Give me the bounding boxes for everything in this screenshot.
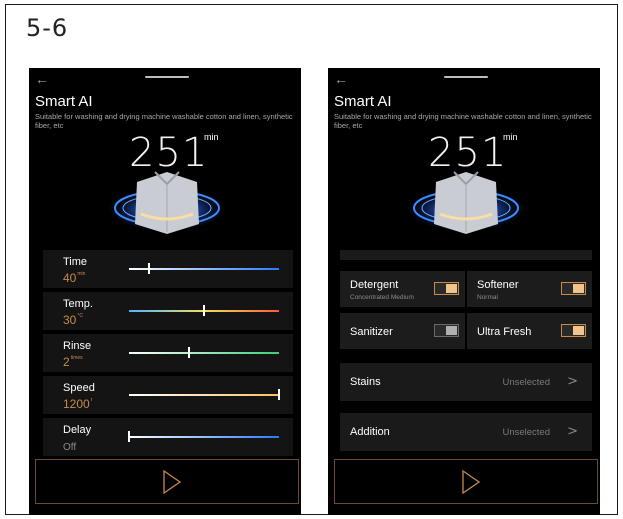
drag-handle[interactable]	[145, 76, 189, 78]
slider-thumb[interactable]	[203, 305, 205, 316]
slider-row-time[interactable]: Time 40min	[43, 250, 293, 288]
toggle-knob	[573, 326, 584, 335]
slider-value: Off	[63, 442, 77, 453]
option-label: Sanitizer	[350, 326, 393, 338]
option-label: Detergent	[350, 279, 399, 291]
temp-slider-track[interactable]	[129, 305, 279, 316]
clothes-hero-image	[109, 171, 225, 234]
back-arrow-icon[interactable]: ←	[334, 72, 348, 86]
phone-screen-options: ← Smart AI Suitable for washing and dryi…	[328, 68, 600, 515]
slider-value: 30°C	[63, 313, 83, 327]
slider-label: Speed	[63, 382, 95, 394]
play-icon	[163, 469, 182, 495]
drag-handle[interactable]	[444, 76, 488, 78]
program-title: Smart AI	[334, 93, 392, 110]
remaining-time-unit: min	[503, 132, 518, 142]
delay-slider-track[interactable]	[128, 431, 279, 442]
slider-thumb[interactable]	[278, 389, 280, 400]
slider-thumb[interactable]	[188, 347, 190, 358]
page-label: 5-6	[26, 14, 69, 42]
slider-value: 2times	[63, 355, 83, 369]
option-ultra-fresh[interactable]: Ultra Fresh	[467, 313, 592, 349]
ultra-fresh-toggle[interactable]	[561, 324, 586, 337]
stains-label: Stains	[350, 376, 381, 388]
option-sub: Concentrated Medium	[350, 294, 414, 301]
slider-label: Time	[63, 256, 88, 268]
slider-thumb[interactable]	[128, 431, 130, 442]
slider-row-delay[interactable]: Delay Off	[43, 418, 293, 456]
slider-thumb[interactable]	[147, 263, 150, 274]
speed-slider-track[interactable]	[129, 389, 280, 400]
option-sanitizer[interactable]: Sanitizer	[340, 313, 465, 349]
option-detergent[interactable]: Detergent Concentrated Medium	[340, 271, 465, 307]
slider-value: 1200r	[63, 397, 93, 411]
stains-value: Unselected	[502, 377, 550, 388]
addition-label: Addition	[350, 426, 390, 438]
remaining-time-unit: min	[204, 132, 219, 142]
clothes-hero-image	[408, 171, 524, 234]
option-label: Ultra Fresh	[477, 326, 532, 338]
start-button[interactable]	[334, 459, 598, 504]
divider-bar	[340, 250, 592, 260]
time-slider-track[interactable]	[129, 263, 279, 274]
slider-label: Delay	[63, 424, 92, 436]
toggle-knob	[573, 284, 584, 293]
sanitizer-toggle[interactable]	[434, 324, 459, 337]
detergent-toggle[interactable]	[434, 282, 459, 295]
slider-row-speed[interactable]: Speed 1200r	[43, 376, 293, 414]
start-button[interactable]	[35, 459, 299, 504]
slider-value: 40min	[63, 271, 86, 285]
program-description: Suitable for washing and drying machine …	[334, 112, 592, 130]
stains-row[interactable]: Stains Unselected >	[340, 363, 592, 401]
play-icon	[462, 469, 481, 495]
rinse-slider-track[interactable]	[129, 347, 279, 358]
option-label: Softener	[477, 279, 519, 291]
option-softener[interactable]: Softener Normal	[467, 271, 592, 307]
toggle-knob	[446, 326, 457, 335]
addition-row[interactable]: Addition Unselected >	[340, 413, 592, 451]
option-sub: Normal	[477, 294, 498, 301]
phone-screen-sliders: ← Smart AI Suitable for washing and dryi…	[29, 68, 301, 515]
slider-label: Temp.	[63, 298, 93, 310]
addition-value: Unselected	[502, 427, 550, 438]
back-arrow-icon[interactable]: ←	[35, 72, 49, 86]
slider-label: Rinse	[63, 340, 92, 352]
toggle-knob	[446, 284, 457, 293]
chevron-right-icon: >	[567, 374, 578, 389]
softener-toggle[interactable]	[561, 282, 586, 295]
slider-row-rinse[interactable]: Rinse 2times	[43, 334, 293, 372]
slider-row-temp[interactable]: Temp. 30°C	[43, 292, 293, 330]
program-title: Smart AI	[35, 93, 93, 110]
chevron-right-icon: >	[567, 424, 578, 439]
program-description: Suitable for washing and drying machine …	[35, 112, 293, 130]
